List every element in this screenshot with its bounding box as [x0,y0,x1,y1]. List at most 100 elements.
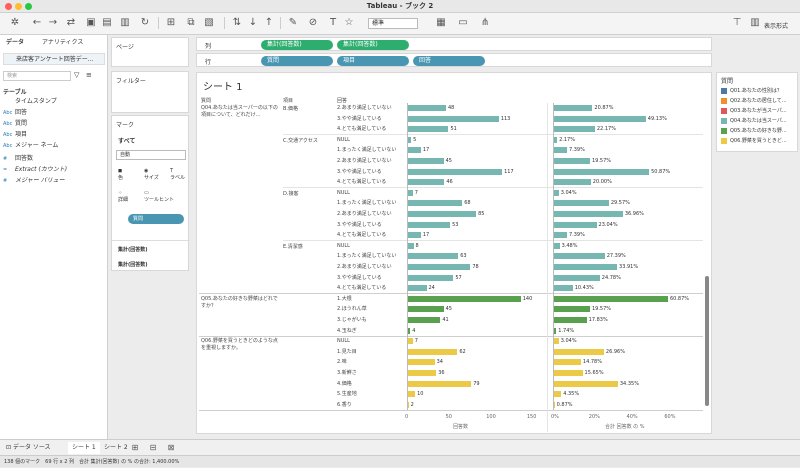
tab-analytics[interactable]: アナリティクス [42,37,83,48]
field-item[interactable]: Abc 項目 [3,130,27,140]
percent-bar[interactable] [553,274,600,281]
percent-bar[interactable] [553,168,650,175]
share-icon[interactable]: ⋔ [478,16,492,30]
columns-pill-2[interactable]: 集計(回答数) [337,40,409,50]
count-bar[interactable] [407,380,472,387]
count-bar[interactable] [407,295,521,302]
list-view-icon[interactable]: ≡ [86,71,92,79]
count-bar[interactable] [407,105,446,111]
legend-item[interactable]: Q02.あなたの居住して... [721,97,797,106]
fix-axes-icon[interactable]: ☆ [342,16,356,30]
tab-data[interactable]: データ [6,37,24,48]
new-story-icon[interactable]: ⊠ [164,441,178,455]
count-bar[interactable] [407,147,421,154]
columns-shelf[interactable]: 列 集計(回答数) 集計(回答数) [196,37,712,51]
tab-datasource[interactable]: ⊡ データ ソース [2,442,55,454]
percent-bar[interactable] [553,126,595,133]
field-item[interactable]: = Extract (カウント) [3,165,67,175]
show-labels-icon[interactable]: T [326,16,340,30]
count-bar[interactable] [407,168,503,175]
count-bar[interactable] [407,348,458,355]
legend-item[interactable]: Q01.あなたの性別は？ [721,87,797,96]
percent-bar[interactable] [553,295,668,302]
count-bar[interactable] [407,211,477,217]
legend-item[interactable]: Q06.野菜を買うときど... [721,137,797,146]
measure-card-1[interactable]: 集計(回答数) [118,246,148,253]
field-item[interactable]: Abc メジャー ネーム [3,141,58,151]
percent-bar[interactable] [553,147,567,154]
field-item[interactable]: # メジャー バリュー [3,176,65,186]
percent-bar[interactable] [553,211,623,217]
count-bar[interactable] [407,253,459,260]
percent-bar[interactable] [553,105,593,111]
legend-item[interactable]: Q05.あなたの好きな野... [721,127,797,136]
group-icon[interactable]: ⊘ [306,16,320,30]
percent-bar[interactable] [553,253,605,260]
count-bar[interactable] [407,370,437,376]
datasource-item[interactable]: 来店客アンケート回答デー... [3,53,105,65]
percent-bar[interactable] [553,370,583,376]
tab-sheet-2[interactable]: シート 2 [100,442,132,454]
percent-bar[interactable] [553,306,590,313]
percent-bar[interactable] [553,158,590,164]
pin-icon[interactable]: ⊤ [730,16,744,30]
rows-pill-3[interactable]: 回答 [413,56,485,66]
count-bar[interactable] [407,179,445,186]
undo-icon[interactable]: ← [30,16,44,30]
legend-item[interactable]: Q04.あなたは当スーパ... [721,117,797,126]
tableau-logo-icon[interactable]: ✲ [8,16,22,30]
percent-bar[interactable] [553,179,591,186]
tooltip-button[interactable]: ▭ ツールヒント [144,190,174,203]
refresh-icon[interactable]: ↻ [138,16,152,30]
new-datasource-icon[interactable]: ▤ [100,16,114,30]
count-bar[interactable] [407,285,427,292]
redo-icon[interactable]: → [46,16,60,30]
measure-card-2[interactable]: 集計(回答数) [118,261,148,268]
label-button[interactable]: T ラベル [170,168,185,181]
marks-all-label[interactable]: すべて [118,136,135,145]
percent-bar[interactable] [553,317,587,323]
search-input[interactable]: 検索 [3,71,71,81]
percent-bar[interactable] [553,115,646,122]
field-item[interactable]: Abc 質問 [3,119,27,129]
detail-button[interactable]: ⁘ 詳細 [118,190,128,203]
swap-axes-icon[interactable]: ⇅ [230,16,244,30]
presentation-icon[interactable]: ▭ [456,16,470,30]
percent-bar[interactable] [553,221,597,228]
count-bar[interactable] [407,391,416,398]
count-bar[interactable] [407,359,435,366]
sort-ascending-icon[interactable]: ↓ [246,16,260,30]
legend-item[interactable]: Q03.あなたが当スーパ... [721,107,797,116]
columns-pill-1[interactable]: 集計(回答数) [261,40,333,50]
percent-bar[interactable] [553,348,604,355]
color-button[interactable]: ◼ 色 [118,168,123,181]
count-bar[interactable] [407,158,444,164]
field-item[interactable]: # 回答数 [3,154,33,164]
size-button[interactable]: ◉ サイズ [144,168,159,181]
count-bar[interactable] [407,200,463,207]
percent-bar[interactable] [553,380,618,387]
new-dashboard-icon[interactable]: ⊟ [146,441,160,455]
replay-icon[interactable]: ⇄ [64,16,78,30]
filter-icon[interactable]: ▽ [74,71,79,79]
percent-bar[interactable] [553,232,567,239]
save-icon[interactable]: ▣ [84,16,98,30]
sort-descending-icon[interactable]: ↑ [262,16,276,30]
new-sheet-icon[interactable]: ⊞ [128,441,142,455]
mark-type-dropdown[interactable]: 自動 [116,150,186,160]
field-item[interactable]: タイムスタンプ [3,97,57,107]
color-pill[interactable]: 質問 [128,214,184,224]
percent-bar[interactable] [553,359,581,366]
filters-card[interactable]: フィルター [111,71,189,113]
pages-card[interactable]: ページ [111,37,189,67]
rows-pill-2[interactable]: 項目 [337,56,409,66]
fit-dropdown[interactable]: 標準 [368,18,418,29]
percent-bar[interactable] [553,264,618,270]
view-cards-icon[interactable]: ▦ [434,16,448,30]
percent-bar[interactable] [553,391,562,398]
tab-sheet-1[interactable]: シート 1 [68,442,100,454]
count-bar[interactable] [407,115,499,122]
field-item[interactable]: Abc 回答 [3,108,27,118]
vertical-scrollbar[interactable] [705,276,709,406]
rows-pill-1[interactable]: 質問 [261,56,333,66]
